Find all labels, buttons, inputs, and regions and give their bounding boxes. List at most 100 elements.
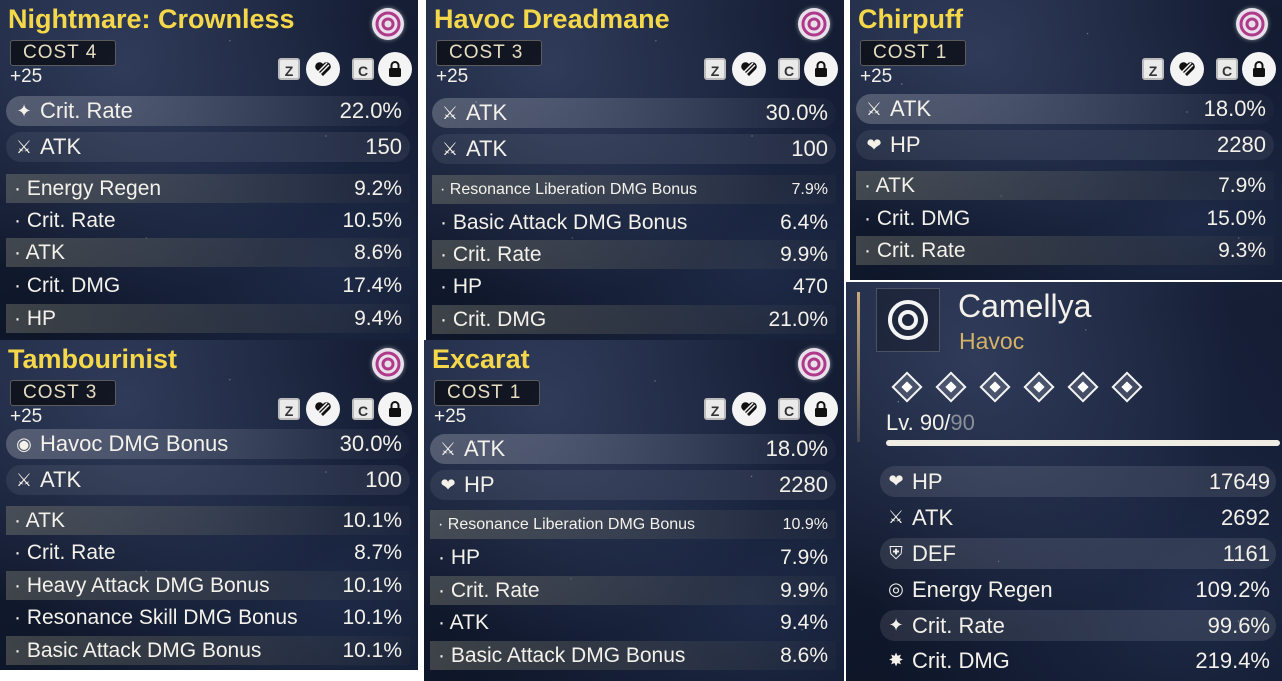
sub-stat-label: · HP	[440, 274, 482, 298]
lock-c-button[interactable]: C	[1216, 58, 1238, 80]
character-stat-label: DEF	[912, 540, 956, 566]
lock-icon[interactable]	[804, 52, 838, 86]
main-stat-row: ❤ HP 2280	[430, 470, 836, 500]
main-stat-row: ✦ Crit. Rate 22.0%	[6, 96, 410, 126]
discard-heart-icon[interactable]	[306, 52, 340, 86]
echo-name: Nightmare: Crownless	[8, 4, 295, 34]
lock-icon[interactable]	[378, 52, 412, 86]
main-stat-value: 18.0%	[765, 436, 828, 461]
discard-heart-icon[interactable]	[732, 52, 766, 86]
main-stat-label: HP	[464, 472, 495, 497]
discard-heart-icon[interactable]	[306, 392, 340, 426]
character-stat-value: 1161	[1222, 540, 1270, 566]
lock-c-button[interactable]: C	[778, 58, 800, 80]
echo-name: Chirpuff	[858, 4, 963, 34]
sub-stat-value: 6.4%	[780, 210, 828, 234]
lock-c-button[interactable]: C	[778, 398, 800, 420]
crit-dmg-icon: ✸	[888, 650, 904, 670]
sonata-icon	[1236, 8, 1268, 40]
chain-node-icon[interactable]	[1023, 371, 1055, 403]
discard-z-button[interactable]: Z	[278, 58, 300, 80]
cost-label: COST	[23, 382, 80, 403]
sub-stat-row: · Crit. Rate 9.9%	[430, 576, 836, 605]
cost-value: 3	[85, 382, 98, 403]
main-stat-label: HP	[890, 132, 921, 157]
sub-stat-value: 10.1%	[342, 605, 402, 629]
sub-stat-label: · Crit. DMG	[440, 307, 547, 331]
sub-stat-row: · ATK 7.9%	[856, 171, 1274, 200]
echo-level: +25	[10, 406, 43, 427]
sub-stat-value: 7.9%	[780, 545, 828, 569]
havoc-dmg-icon: ◉	[16, 433, 32, 454]
character-attribute: Havoc	[959, 328, 1025, 354]
main-stat-row: ⚔ ATK 18.0%	[856, 94, 1274, 124]
sub-stat-label: · Basic Attack DMG Bonus	[14, 638, 262, 662]
discard-z-button[interactable]: Z	[278, 398, 300, 420]
lock-icon[interactable]	[804, 392, 838, 426]
sub-stat-value: 21.0%	[768, 307, 828, 331]
main-stat-value: 22.0%	[339, 98, 402, 123]
chain-node-icon[interactable]	[935, 371, 967, 403]
sub-stat-label: · Crit. Rate	[14, 540, 116, 564]
atk-icon: ⚔	[15, 469, 33, 490]
discard-z-button[interactable]: Z	[704, 398, 726, 420]
divider	[857, 292, 860, 442]
sub-stat-label: · Crit. DMG	[864, 206, 971, 230]
sub-stat-label: · ATK	[14, 508, 65, 532]
main-stat-label: ATK	[40, 467, 82, 492]
main-stat-row: ❤ HP 2280	[856, 130, 1274, 160]
sub-stat-value: 7.9%	[1218, 173, 1266, 197]
character-stat-label: Crit. Rate	[912, 612, 1005, 638]
sub-stat-row: · Crit. DMG 17.4%	[6, 271, 410, 300]
sub-stat-row: · Crit. DMG 21.0%	[432, 305, 836, 334]
main-stat-label: ATK	[890, 96, 932, 121]
main-stat-row: ⚔ ATK 18.0%	[430, 434, 836, 464]
sub-stat-value: 17.4%	[342, 273, 402, 297]
main-stat-value: 100	[365, 467, 402, 492]
energy-regen-icon: ◎	[888, 579, 904, 599]
chain-node-icon[interactable]	[1067, 371, 1099, 403]
discard-z-button[interactable]: Z	[704, 58, 726, 80]
sub-stat-row: · Crit. Rate 8.7%	[6, 538, 410, 567]
sonata-icon	[372, 8, 404, 40]
sub-stat-label: · Crit. Rate	[438, 578, 540, 602]
chain-node-icon[interactable]	[1111, 371, 1143, 403]
sub-stat-row: · Basic Attack DMG Bonus 10.1%	[6, 636, 410, 665]
chain-node-icon[interactable]	[891, 371, 923, 403]
echo-panel-3: Chirpuff COST 1 +25 Z C ⚔ ATK 18.0% ❤ HP 2280 · ATK 7…	[850, 0, 1282, 280]
atk-icon: ⚔	[887, 507, 905, 527]
main-stat-value: 18.0%	[1203, 96, 1266, 121]
chain-node-icon[interactable]	[979, 371, 1011, 403]
echo-level: +25	[436, 66, 469, 87]
lock-c-button[interactable]: C	[352, 398, 374, 420]
sub-stat-label: · HP	[14, 306, 56, 330]
sub-stat-row: · Resonance Liberation DMG Bonus 7.9%	[432, 175, 836, 204]
cost-value: 1	[935, 42, 948, 63]
character-stat-value: 2692	[1221, 504, 1270, 530]
sub-stat-row: · Crit. DMG 15.0%	[856, 204, 1274, 233]
lock-icon[interactable]	[1242, 52, 1276, 86]
main-stat-row: ⚔ ATK 100	[432, 134, 836, 164]
level-progress-bar	[886, 440, 1280, 446]
cost-value: 4	[85, 42, 98, 63]
main-stat-row: ⚔ ATK 150	[6, 132, 410, 162]
echo-name: Tambourinist	[8, 344, 178, 374]
sub-stat-row: · ATK 9.4%	[430, 608, 836, 637]
atk-icon: ⚔	[439, 438, 457, 459]
echo-panel-4: Tambourinist COST 3 +25 Z C ◉ Havoc DMG Bonus 30…	[0, 340, 418, 670]
crit-rate-icon: ✦	[888, 615, 904, 635]
main-stat-label: ATK	[466, 100, 508, 125]
sub-stat-value: 9.3%	[1218, 238, 1266, 262]
havoc-emblem-icon	[876, 288, 940, 352]
discard-heart-icon[interactable]	[732, 392, 766, 426]
discard-heart-icon[interactable]	[1170, 52, 1204, 86]
character-card: Camellya Havoc Lv. 90/90 ❤ HP 17649 ⚔ ATK 2692 ⛨ D…	[846, 282, 1282, 681]
lock-c-button[interactable]: C	[352, 58, 374, 80]
sub-stat-value: 9.9%	[780, 242, 828, 266]
sub-stat-value: 9.4%	[780, 610, 828, 634]
lock-icon[interactable]	[378, 392, 412, 426]
sub-stat-label: · Resonance Skill DMG Bonus	[14, 605, 298, 629]
discard-z-button[interactable]: Z	[1142, 58, 1164, 80]
sub-stat-label: · ATK	[864, 173, 915, 197]
main-stat-row: ◉ Havoc DMG Bonus 30.0%	[6, 429, 410, 459]
